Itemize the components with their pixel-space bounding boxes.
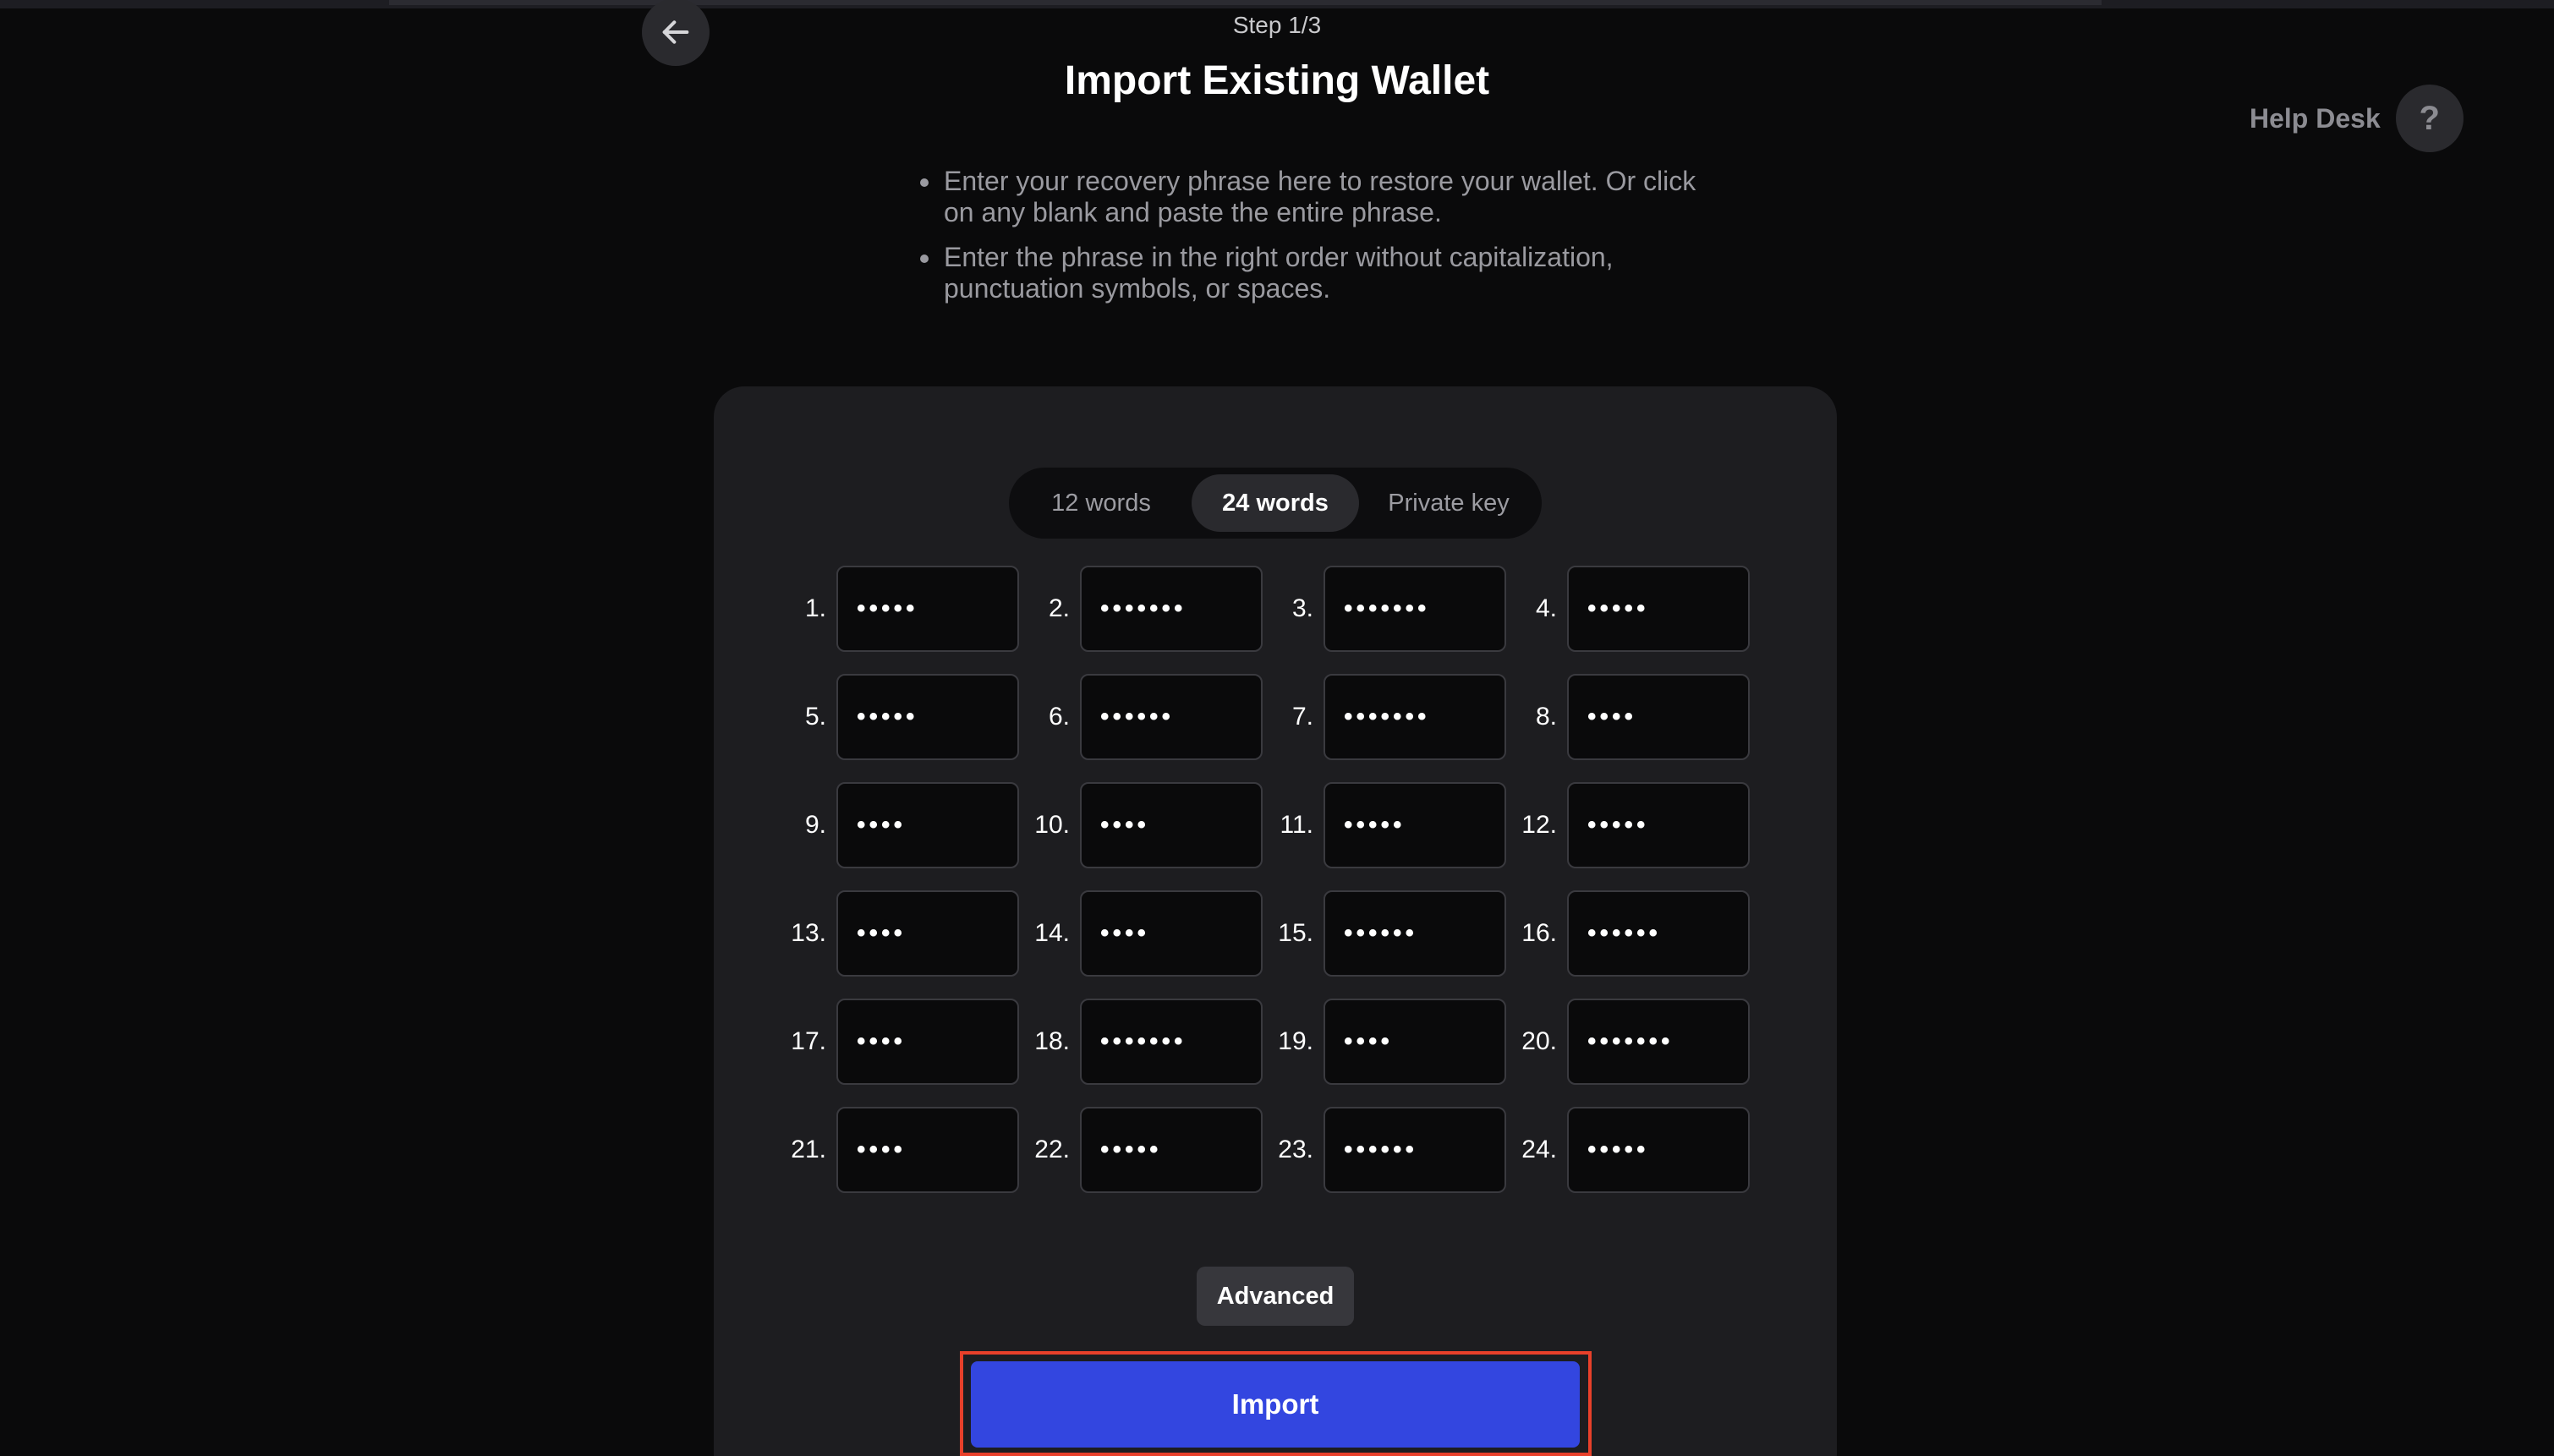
instruction-item: Enter your recovery phrase here to resto… <box>915 166 1718 228</box>
recovery-word-input[interactable]: •••• <box>1080 890 1263 977</box>
masked-word-value: •••••• <box>1587 919 1662 947</box>
recovery-word-input[interactable]: ••••••• <box>1324 674 1506 760</box>
masked-word-value: •••• <box>857 919 907 947</box>
word-number-label: 20. <box>1521 1027 1557 1055</box>
masked-word-value: •••• <box>1100 919 1150 947</box>
masked-word-value: •••• <box>1100 811 1150 839</box>
step-indicator: Step 1/3 <box>1232 12 1322 38</box>
word-number-label: 7. <box>1291 703 1313 731</box>
masked-word-value: ••••••• <box>1587 1027 1674 1055</box>
top-scroll-thumb[interactable] <box>389 0 2102 5</box>
word-number-label: 13. <box>791 919 826 947</box>
recovery-word-input[interactable]: ••••• <box>836 566 1019 652</box>
question-icon: ? <box>2395 85 2464 152</box>
word-number-label: 12. <box>1521 811 1557 839</box>
word-number-label: 15. <box>1278 919 1313 947</box>
masked-word-value: ••••• <box>857 594 918 622</box>
masked-word-value: •••• <box>857 811 907 839</box>
masked-word-value: ••••• <box>1587 1136 1649 1163</box>
word-number-label: 4. <box>1535 594 1557 622</box>
recovery-word-input[interactable]: ••••••• <box>1567 999 1750 1085</box>
word-number-label: 9. <box>804 811 826 839</box>
masked-word-value: ••••••• <box>1100 1027 1187 1055</box>
page-title: Import Existing Wallet <box>1064 58 1490 103</box>
word-number-label: 17. <box>791 1027 826 1055</box>
word-number-label: 22. <box>1034 1136 1070 1163</box>
masked-word-value: ••••• <box>1100 1136 1162 1163</box>
recovery-word-input[interactable]: ••••• <box>1324 782 1506 868</box>
word-number-label: 18. <box>1034 1027 1070 1055</box>
recovery-word-input[interactable]: ••••••• <box>1080 999 1263 1085</box>
word-number-label: 10. <box>1034 811 1070 839</box>
recovery-word-input[interactable]: •••••• <box>1080 674 1263 760</box>
masked-word-value: ••••• <box>1587 594 1649 622</box>
masked-word-value: •••• <box>1344 1027 1394 1055</box>
import-button[interactable]: Import <box>971 1361 1580 1448</box>
instructions-list: Enter your recovery phrase here to resto… <box>915 166 1718 318</box>
recovery-word-input[interactable]: ••••• <box>1567 782 1750 868</box>
word-number-label: 14. <box>1034 919 1070 947</box>
word-number-label: 8. <box>1535 703 1557 731</box>
recovery-word-input[interactable]: •••• <box>836 999 1019 1085</box>
masked-word-value: •••••• <box>1100 703 1175 731</box>
recovery-word-input[interactable]: ••••••• <box>1080 566 1263 652</box>
recovery-word-input[interactable]: •••• <box>836 890 1019 977</box>
recovery-word-input[interactable]: •••• <box>836 1107 1019 1193</box>
masked-word-value: •••• <box>1587 703 1637 731</box>
word-number-label: 19. <box>1278 1027 1313 1055</box>
phrase-length-tabs: 12 words 24 words Private key <box>1009 468 1542 539</box>
word-number-label: 3. <box>1291 594 1313 622</box>
masked-word-value: ••••••• <box>1344 703 1430 731</box>
recovery-word-input[interactable]: ••••• <box>836 674 1019 760</box>
word-number-label: 1. <box>804 594 826 622</box>
recovery-word-input[interactable]: •••••• <box>1567 890 1750 977</box>
masked-word-value: •••• <box>857 1136 907 1163</box>
word-number-label: 21. <box>791 1136 826 1163</box>
word-number-label: 5. <box>804 703 826 731</box>
help-desk-label: Help Desk <box>2250 102 2381 134</box>
advanced-button[interactable]: Advanced <box>1197 1267 1354 1326</box>
word-number-label: 16. <box>1521 919 1557 947</box>
recovery-word-input[interactable]: ••••• <box>1567 1107 1750 1193</box>
word-number-label: 11. <box>1280 811 1313 839</box>
tab-private-key[interactable]: Private key <box>1367 474 1530 532</box>
masked-word-value: ••••••• <box>1344 594 1430 622</box>
top-scroll-strip <box>0 0 2554 8</box>
masked-word-value: ••••• <box>857 703 918 731</box>
masked-word-value: ••••• <box>1344 811 1406 839</box>
masked-word-value: •••• <box>857 1027 907 1055</box>
word-number-label: 24. <box>1521 1136 1557 1163</box>
instruction-item: Enter the phrase in the right order with… <box>915 242 1718 304</box>
tab-24-words[interactable]: 24 words <box>1192 474 1359 532</box>
masked-word-value: ••••••• <box>1100 594 1187 622</box>
word-number-label: 2. <box>1048 594 1070 622</box>
masked-word-value: •••••• <box>1344 1136 1418 1163</box>
word-number-label: 23. <box>1278 1136 1313 1163</box>
wallet-import-page: Step 1/3 Import Existing Wallet Help Des… <box>0 0 2554 1456</box>
recovery-word-input[interactable]: ••••••• <box>1324 566 1506 652</box>
recovery-word-input[interactable]: ••••• <box>1080 1107 1263 1193</box>
tab-12-words[interactable]: 12 words <box>1022 474 1180 532</box>
recovery-word-input[interactable]: •••• <box>836 782 1019 868</box>
word-number-label: 6. <box>1048 703 1070 731</box>
recovery-word-input[interactable]: •••••• <box>1324 890 1506 977</box>
masked-word-value: ••••• <box>1587 811 1649 839</box>
help-desk-button[interactable]: Help Desk ? <box>2250 85 2464 152</box>
recovery-word-input[interactable]: •••• <box>1080 782 1263 868</box>
masked-word-value: •••••• <box>1344 919 1418 947</box>
recovery-word-input[interactable]: •••• <box>1324 999 1506 1085</box>
recovery-word-input[interactable]: •••• <box>1567 674 1750 760</box>
recovery-word-input[interactable]: •••••• <box>1324 1107 1506 1193</box>
recovery-word-input[interactable]: ••••• <box>1567 566 1750 652</box>
